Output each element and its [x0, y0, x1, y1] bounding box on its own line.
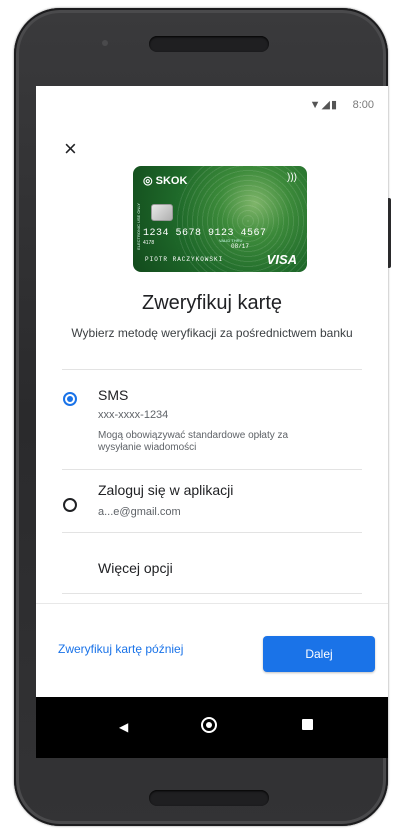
bottom-speaker [149, 790, 269, 806]
recent-apps-icon[interactable] [302, 719, 313, 730]
option-note: Mogą obowiązywać standardowe opłaty za w… [98, 430, 289, 453]
option-value: xxx-xxxx-1234 [98, 409, 169, 421]
back-icon[interactable]: ◀ [119, 720, 128, 734]
divider [62, 593, 362, 594]
option-title: SMS [98, 387, 129, 403]
divider [62, 532, 362, 533]
visa-logo: VISA [266, 252, 297, 267]
camera-icon [102, 40, 108, 46]
verify-later-button[interactable]: Zweryfikuj kartę później [58, 642, 183, 656]
more-options-link[interactable]: Więcej opcji [98, 560, 173, 576]
card-brand: ◎ SKOK [143, 175, 188, 187]
card-small-number: 4178 [143, 240, 155, 246]
phone-screen: ▼◢▮ 8:00 × ◎ SKOK ))) ELECTRONIC USE ONL… [36, 86, 388, 758]
status-bar: ▼◢▮ 8:00 [36, 86, 388, 128]
contactless-icon: ))) [287, 172, 297, 183]
navigation-bar: ◀ [36, 697, 388, 758]
card-number: 1234 5678 9123 4567 [143, 228, 267, 239]
status-time: 8:00 [352, 99, 374, 111]
radio-selected[interactable] [63, 392, 77, 406]
card-chip [151, 204, 173, 221]
home-icon[interactable] [201, 717, 217, 733]
payment-card-image: ◎ SKOK ))) ELECTRONIC USE ONLY 1234 5678… [133, 166, 307, 272]
option-app-login[interactable]: Zaloguj się w aplikacji a...e@gmail.com [36, 472, 388, 528]
close-icon[interactable]: × [64, 138, 77, 160]
next-button[interactable]: Dalej [263, 636, 375, 672]
divider [62, 469, 362, 470]
page-subtitle: Wybierz metodę weryfikacji za pośrednict… [71, 326, 353, 340]
radio-unselected[interactable] [63, 498, 77, 512]
card-vertical-text: ELECTRONIC USE ONLY [135, 203, 141, 250]
signal-battery-icons: ▼◢▮ [309, 99, 338, 111]
top-speaker [149, 36, 269, 52]
divider [62, 369, 362, 370]
footer-divider [36, 603, 388, 604]
card-expiry: 08/17 [231, 243, 250, 250]
page-title: Zweryfikuj kartę [141, 292, 283, 314]
option-sms[interactable]: SMS xxx-xxxx-1234 Mogą obowiązywać stand… [36, 376, 388, 466]
option-title: Zaloguj się w aplikacji [98, 482, 234, 498]
option-value: a...e@gmail.com [98, 506, 181, 518]
card-holder: PIOTR RACZYKOWSKI [145, 256, 224, 263]
